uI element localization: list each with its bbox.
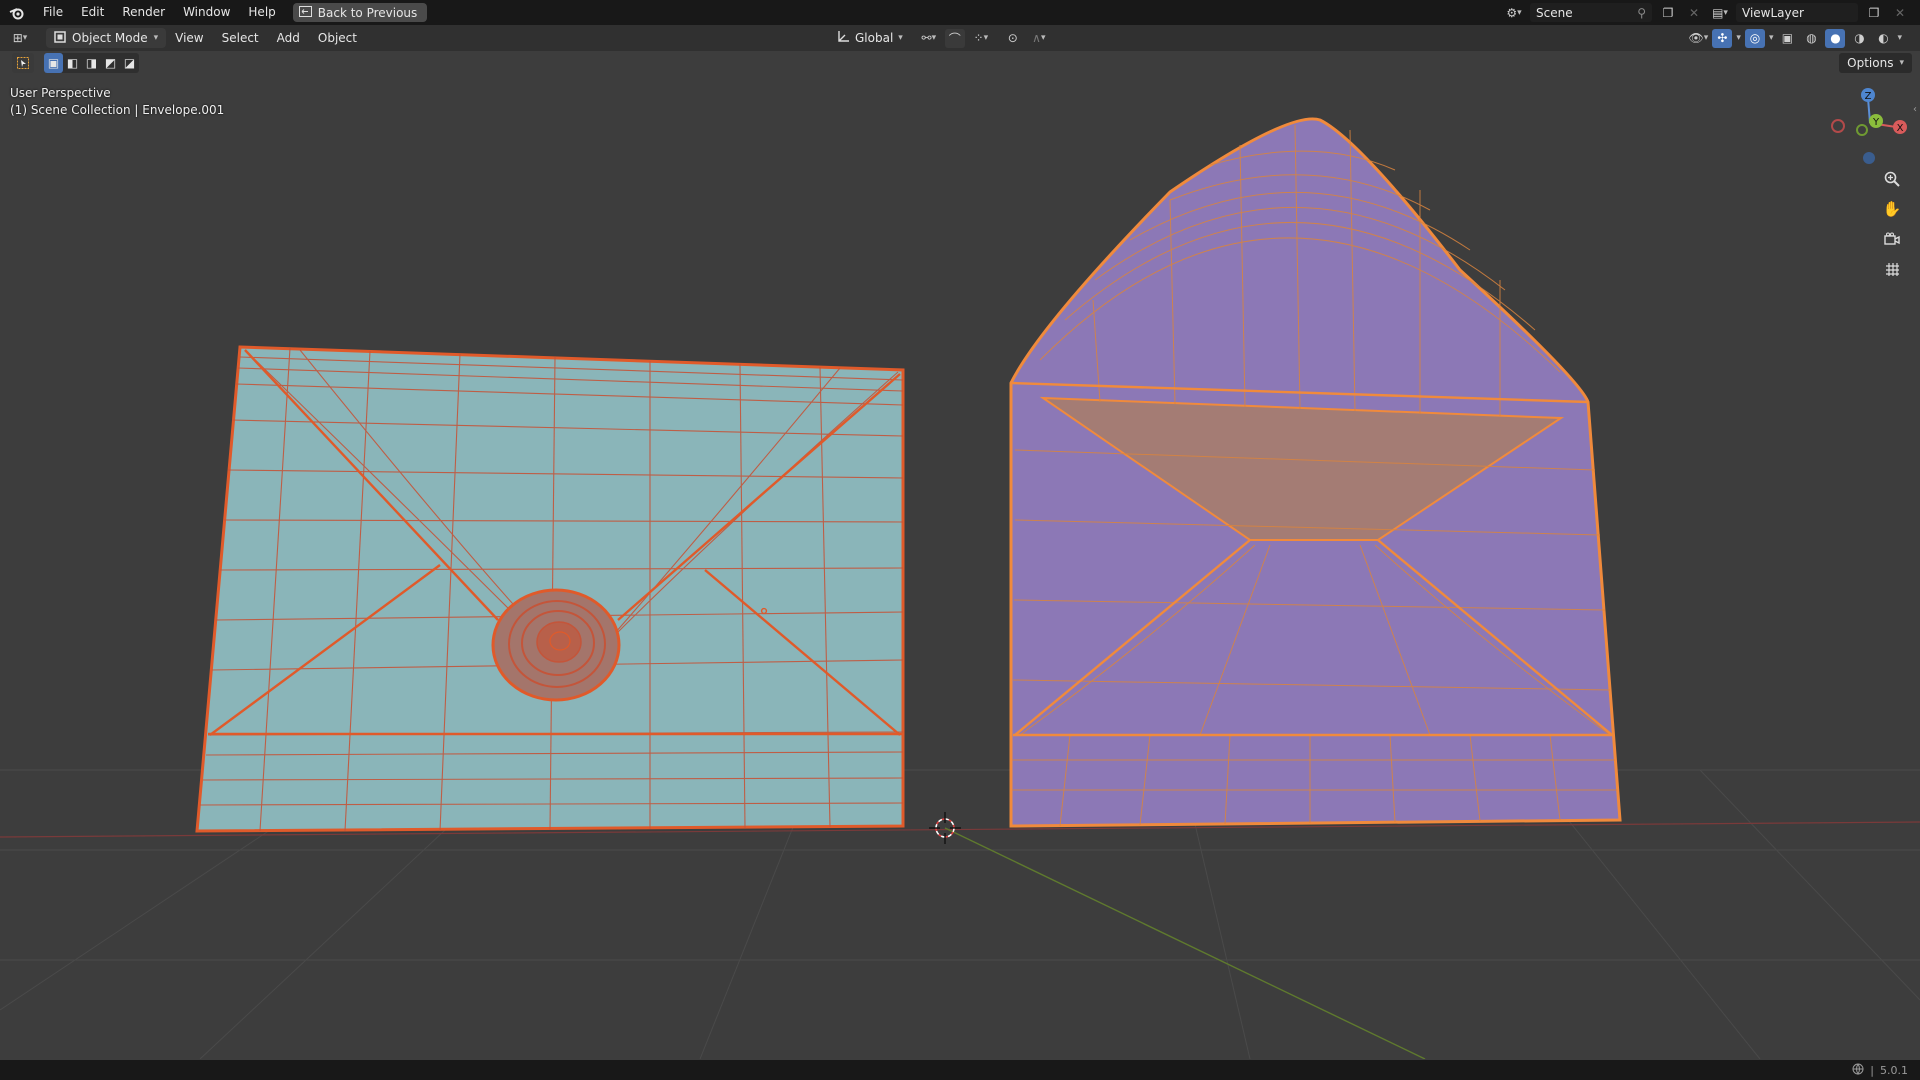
scene-field[interactable]: Scene ⚲ — [1530, 3, 1652, 22]
new-scene-icon[interactable]: ❐ — [1658, 3, 1678, 22]
rendered-shading-icon[interactable]: ◐ — [1873, 29, 1893, 48]
pin-icon[interactable]: ⚲ — [1637, 6, 1646, 20]
orientation-icon — [836, 30, 850, 47]
menu-view[interactable]: View — [166, 31, 212, 45]
chevron-down-icon[interactable]: ▾ — [1769, 33, 1774, 43]
version-label: 5.0.1 — [1880, 1063, 1908, 1077]
viewport-navigation-buttons: ✋ — [1880, 168, 1904, 280]
chevron-down-icon: ▾ — [898, 33, 903, 43]
new-view-layer-icon[interactable]: ❐ — [1864, 3, 1884, 22]
material-shading-icon[interactable]: ◑ — [1849, 29, 1869, 48]
transform-orientation-dropdown[interactable]: Global ▾ — [836, 30, 903, 47]
delete-view-layer-icon[interactable]: ✕ — [1890, 3, 1910, 22]
menu-file[interactable]: File — [34, 0, 72, 25]
menu-help[interactable]: Help — [239, 0, 284, 25]
screen-icon — [298, 5, 312, 20]
select-invert-icon[interactable]: ◩ — [101, 53, 120, 73]
gizmo-neg-z[interactable] — [1863, 152, 1875, 164]
tool-settings-row: ▣ ◧ ◨ ◩ ◪ — [12, 52, 139, 74]
gizmo-x-label: X — [1897, 123, 1904, 134]
menu-select[interactable]: Select — [213, 31, 268, 45]
xray-toggle-icon[interactable]: ▣ — [1777, 29, 1797, 48]
zoom-icon[interactable] — [1880, 168, 1904, 190]
falloff-icon[interactable]: ∧ ▾ — [1029, 29, 1049, 48]
gizmo-y-label: Y — [1872, 117, 1880, 128]
scene-selector-area: ⚙ ▾ Scene ⚲ ❐ ✕ ▤ ▾ ViewLayer ❐ ✕ — [1504, 0, 1920, 25]
view-layer-field[interactable]: ViewLayer — [1736, 3, 1858, 22]
menu-window[interactable]: Window — [174, 0, 239, 25]
transform-tools: Global ▾ ⚯ ▾ ⌒ ⁘ ▾ ⊙ ∧ ▾ — [836, 25, 1049, 51]
view-layer-name: ViewLayer — [1742, 5, 1804, 20]
viewport-perspective-label: User Perspective — [10, 86, 111, 100]
gizmo-toggle-icon[interactable]: ✣ — [1712, 28, 1733, 48]
select-extend-icon[interactable]: ◧ — [63, 53, 82, 73]
select-set-icon[interactable]: ▣ — [44, 53, 63, 73]
menu-render[interactable]: Render — [113, 0, 174, 25]
hand-pan-icon[interactable]: ✋ — [1880, 198, 1904, 220]
options-label: Options — [1847, 56, 1894, 70]
snap-toggle-icon[interactable]: ⌒ — [944, 28, 965, 48]
grid-view-icon[interactable] — [1880, 258, 1904, 280]
viewport-header: ⊞ ▾ Object Mode ▾ View Select Add Object … — [0, 25, 1920, 51]
object-mode-dropdown[interactable]: Object Mode ▾ — [46, 28, 167, 48]
chevron-down-icon: ▾ — [1899, 58, 1904, 68]
select-subtract-icon[interactable]: ◨ — [82, 53, 101, 73]
chevron-down-icon[interactable]: ▾ — [1736, 33, 1741, 43]
delete-scene-icon[interactable]: ✕ — [1684, 3, 1704, 22]
status-separator: | — [1870, 1063, 1874, 1077]
select-intersect-icon[interactable]: ◪ — [120, 53, 139, 73]
orientation-label: Global — [855, 31, 894, 45]
back-to-previous-label: Back to Previous — [317, 5, 418, 20]
wax-seal — [491, 588, 621, 702]
blender-logo-icon[interactable] — [0, 0, 34, 25]
editor-type-icon[interactable]: ⊞ ▾ — [10, 28, 30, 47]
overlays-toggle-icon[interactable]: ◎ — [1744, 28, 1765, 48]
options-dropdown[interactable]: Options ▾ — [1839, 53, 1912, 73]
menu-object[interactable]: Object — [309, 31, 366, 45]
back-to-previous-button[interactable]: Back to Previous — [292, 3, 428, 22]
select-tool-icon[interactable] — [12, 53, 34, 73]
wireframe-shading-icon[interactable]: ◍ — [1801, 29, 1821, 48]
scene-name: Scene — [1536, 5, 1573, 20]
visibility-icon[interactable]: 👁 ▾ — [1688, 29, 1709, 48]
camera-icon[interactable] — [1880, 228, 1904, 250]
chevron-down-icon[interactable]: ▾ — [1897, 33, 1902, 43]
chevron-down-icon: ▾ — [153, 33, 159, 43]
pivot-point-icon[interactable]: ⚯ ▾ — [919, 29, 939, 48]
scene-type-icon[interactable]: ⚙ ▾ — [1504, 3, 1524, 22]
gizmo-z-label: Z — [1865, 91, 1872, 102]
menu-edit[interactable]: Edit — [72, 0, 113, 25]
view-layer-type-icon[interactable]: ▤ ▾ — [1710, 3, 1730, 22]
viewport-display-tools: 👁 ▾ ✣ ▾ ◎ ▾ ▣ ◍ ● ◑ ◐ ▾ — [1688, 25, 1902, 51]
proportional-edit-icon[interactable]: ⊙ — [1003, 29, 1023, 48]
closed-envelope-object[interactable] — [195, 345, 905, 833]
object-mode-icon — [54, 30, 66, 46]
globe-icon — [1852, 1063, 1864, 1078]
top-bar: File Edit Render Window Help Back to Pre… — [0, 0, 1920, 25]
status-bar: | 5.0.1 — [0, 1060, 1920, 1080]
menu-add[interactable]: Add — [268, 31, 309, 45]
viewport-collection-label: (1) Scene Collection | Envelope.001 — [10, 103, 225, 117]
3d-viewport[interactable]: Z X Y ‹ — [0, 51, 1920, 1059]
selection-mode-group: ▣ ◧ ◨ ◩ ◪ — [44, 53, 139, 73]
snap-target-icon[interactable]: ⁘ ▾ — [971, 29, 991, 48]
sidebar-toggle-icon[interactable]: ‹ — [1913, 104, 1917, 115]
solid-shading-icon[interactable]: ● — [1825, 28, 1846, 48]
object-mode-label: Object Mode — [72, 31, 148, 45]
